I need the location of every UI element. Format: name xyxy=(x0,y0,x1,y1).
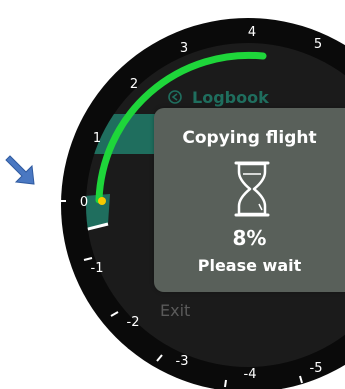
tick-1 xyxy=(98,62,106,69)
scale-label-0: 0 xyxy=(80,195,88,210)
tick-2 xyxy=(149,24,156,32)
tick-5 xyxy=(316,3,320,11)
tick-m4 xyxy=(224,379,227,388)
arrow-down-right-icon xyxy=(5,155,35,185)
progress-percent: 8% xyxy=(232,226,267,250)
scale-label-m1: -1 xyxy=(91,261,104,276)
scale-label-m2: -2 xyxy=(127,315,140,330)
hourglass-icon xyxy=(234,161,270,217)
scale-label-4: 4 xyxy=(248,25,256,40)
tick-3 xyxy=(205,1,209,9)
copying-modal: Copying flight 8% Please wait xyxy=(154,108,345,292)
scale-label-m4: -4 xyxy=(244,367,257,382)
wait-message: Please wait xyxy=(197,256,302,275)
exit-label[interactable]: Exit xyxy=(160,301,190,320)
scale-label-1: 1 xyxy=(93,131,101,146)
scale-label-2: 2 xyxy=(130,77,138,92)
scale-label-3: 3 xyxy=(180,41,188,56)
zero-marker xyxy=(98,197,106,205)
logbook-label: Logbook xyxy=(192,88,269,107)
scale-label-m5: -5 xyxy=(310,361,323,376)
scale-label-5: 5 xyxy=(314,37,322,52)
scale-label-m3: -3 xyxy=(176,354,189,369)
modal-title: Copying flight xyxy=(182,128,317,148)
